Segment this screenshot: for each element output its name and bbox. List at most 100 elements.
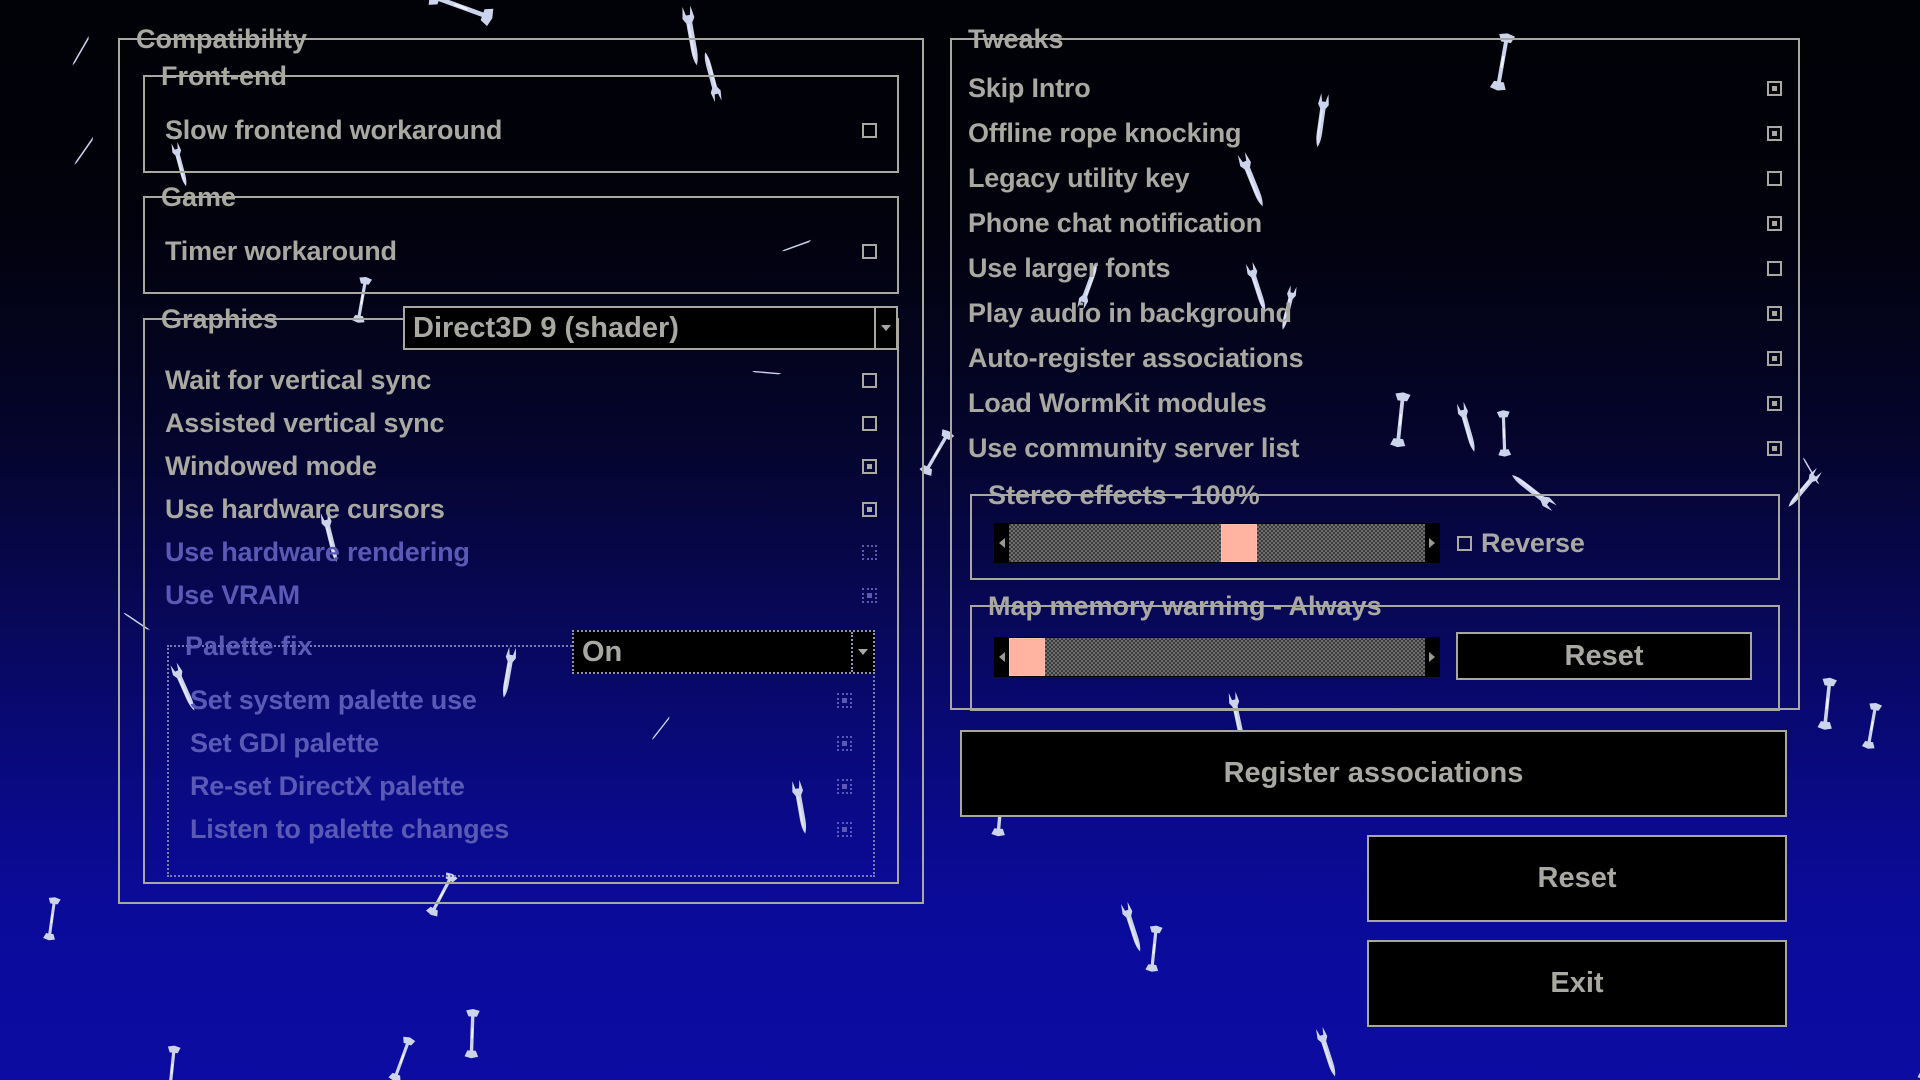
checkbox-row-set-system-palette-use: Set system palette use [190, 682, 852, 718]
checkbox-slow-frontend-workaround[interactable] [862, 122, 877, 138]
checkbox-hardware-cursors[interactable] [862, 501, 877, 517]
checkbox-row-timer-workaround[interactable]: Timer workaround [165, 231, 877, 271]
palette-fix-dropdown-value: On [582, 635, 623, 668]
label-set-gdi-palette: Set GDI palette [190, 727, 380, 758]
checkbox-row-set-gdi-palette: Set GDI palette [190, 725, 852, 761]
wrench-icon [1855, 700, 1885, 751]
checkbox-row-slow-frontend-workaround[interactable]: Slow frontend workaround [165, 110, 877, 150]
checkbox-row-use-vram: Use VRAM [165, 577, 877, 613]
checkbox-row-use-community-server-list[interactable]: Use community server list [968, 430, 1782, 466]
label-use-vram: Use VRAM [165, 579, 300, 610]
label-use-larger-fonts: Use larger fonts [968, 252, 1171, 283]
checkbox-row-listen-palette-changes: Listen to palette changes [190, 811, 852, 847]
checkbox-row-play-audio-background[interactable]: Play audio in background [968, 295, 1782, 331]
map-memory-warning-slider-track[interactable] [1009, 638, 1425, 676]
checkbox-use-community-server-list[interactable] [1767, 440, 1782, 456]
stereo-effects-slider-thumb[interactable] [1221, 524, 1258, 562]
wrench-icon [1308, 1023, 1346, 1080]
chevron-down-icon [851, 632, 873, 672]
label-windowed-mode: Windowed mode [165, 450, 377, 481]
wrench-icon [1810, 675, 1840, 731]
wrench-icon [458, 1008, 483, 1060]
checkbox-row-offline-rope-knocking[interactable]: Offline rope knocking [968, 115, 1782, 151]
advanced-options-window: Compatibility Front-end Slow frontend wo… [0, 0, 1920, 1080]
register-associations-button[interactable]: Register associations [960, 730, 1787, 817]
checkbox-set-gdi-palette [837, 735, 852, 751]
label-hardware-rendering: Use hardware rendering [165, 536, 470, 567]
checkbox-row-use-larger-fonts[interactable]: Use larger fonts [968, 250, 1782, 286]
checkbox-auto-register-associations[interactable] [1767, 350, 1782, 366]
slider-left-arrow-icon[interactable] [995, 524, 1009, 562]
group-game-title: Game [161, 182, 237, 212]
checkbox-assisted-vsync[interactable] [862, 415, 877, 431]
checkbox-row-windowed-mode[interactable]: Windowed mode [165, 448, 877, 484]
group-frontend-title: Front-end [161, 61, 287, 91]
label-reset-directx-palette: Re-set DirectX palette [190, 770, 465, 801]
wrench-icon [157, 1044, 183, 1080]
checkbox-reset-directx-palette [837, 778, 852, 794]
wrench-icon [1139, 924, 1165, 974]
label-offline-rope-knocking: Offline rope knocking [968, 117, 1242, 148]
label-load-wormkit-modules: Load WormKit modules [968, 387, 1267, 418]
map-memory-reset-button[interactable]: Reset [1456, 632, 1752, 680]
checkbox-timer-workaround[interactable] [862, 243, 877, 259]
checkbox-legacy-utility-key[interactable] [1767, 170, 1782, 186]
checkbox-row-load-wormkit-modules[interactable]: Load WormKit modules [968, 385, 1782, 421]
checkbox-offline-rope-knocking[interactable] [1767, 125, 1782, 141]
checkbox-load-wormkit-modules[interactable] [1767, 395, 1782, 411]
checkbox-listen-palette-changes [837, 821, 852, 837]
checkbox-row-skip-intro[interactable]: Skip Intro [968, 70, 1782, 106]
checkbox-windowed-mode[interactable] [862, 458, 877, 474]
label-auto-register-associations: Auto-register associations [968, 342, 1304, 373]
map-memory-warning-slider-thumb[interactable] [1009, 638, 1045, 676]
checkbox-row-legacy-utility-key[interactable]: Legacy utility key [968, 160, 1782, 196]
checkbox-skip-intro[interactable] [1767, 80, 1782, 96]
exit-button[interactable]: Exit [1367, 940, 1787, 1027]
wrench-icon [1113, 898, 1151, 960]
checkbox-wait-vsync[interactable] [862, 372, 877, 388]
wrench-icon [422, 0, 497, 36]
slider-left-arrow-icon[interactable] [995, 638, 1009, 676]
renderer-dropdown[interactable]: Direct3D 9 (shader) [403, 306, 898, 350]
stereo-effects-slider-track[interactable] [1009, 524, 1425, 562]
checkbox-reverse[interactable] [1457, 535, 1472, 551]
group-stereo-effects-title: Stereo effects - 100% [988, 480, 1260, 510]
label-skip-intro: Skip Intro [968, 72, 1091, 103]
label-assisted-vsync: Assisted vertical sync [165, 407, 445, 438]
label-legacy-utility-key: Legacy utility key [968, 162, 1190, 193]
group-compatibility-title: Compatibility [136, 24, 308, 54]
palette-fix-dropdown: On [572, 630, 875, 674]
wrench-icon [37, 895, 63, 942]
wrench-icon [382, 1032, 419, 1080]
checkbox-row-hardware-cursors[interactable]: Use hardware cursors [165, 491, 877, 527]
wrench-icon [68, 134, 97, 171]
checkbox-play-audio-background[interactable] [1767, 305, 1782, 321]
label-phone-chat-notification: Phone chat notification [968, 207, 1262, 238]
slider-right-arrow-icon[interactable] [1425, 524, 1439, 562]
checkbox-use-vram [862, 587, 877, 603]
checkbox-row-phone-chat-notification[interactable]: Phone chat notification [968, 205, 1782, 241]
label-use-community-server-list: Use community server list [968, 432, 1300, 463]
group-tweaks-title: Tweaks [968, 24, 1064, 54]
label-slow-frontend-workaround: Slow frontend workaround [165, 114, 503, 145]
reset-button[interactable]: Reset [1367, 835, 1787, 922]
map-memory-warning-slider[interactable] [994, 637, 1440, 677]
checkbox-phone-chat-notification[interactable] [1767, 215, 1782, 231]
wrench-icon [1913, 0, 1920, 50]
wrench-icon [67, 34, 94, 72]
stereo-effects-slider[interactable] [994, 523, 1440, 563]
checkbox-use-larger-fonts[interactable] [1767, 260, 1782, 276]
checkbox-hardware-rendering [862, 544, 877, 560]
checkbox-row-assisted-vsync[interactable]: Assisted vertical sync [165, 405, 877, 441]
checkbox-row-reverse[interactable]: Reverse [1457, 527, 1585, 559]
label-hardware-cursors: Use hardware cursors [165, 493, 445, 524]
label-wait-vsync: Wait for vertical sync [165, 364, 432, 395]
checkbox-row-auto-register-associations[interactable]: Auto-register associations [968, 340, 1782, 376]
wrench-icon [1798, 452, 1823, 488]
checkbox-row-wait-vsync[interactable]: Wait for vertical sync [165, 362, 877, 398]
group-palette-fix-title: Palette fix [185, 631, 313, 661]
group-map-memory-warning-title: Map memory warning - Always [988, 591, 1382, 621]
checkbox-row-reset-directx-palette: Re-set DirectX palette [190, 768, 852, 804]
chevron-down-icon[interactable] [874, 308, 896, 348]
slider-right-arrow-icon[interactable] [1425, 638, 1439, 676]
